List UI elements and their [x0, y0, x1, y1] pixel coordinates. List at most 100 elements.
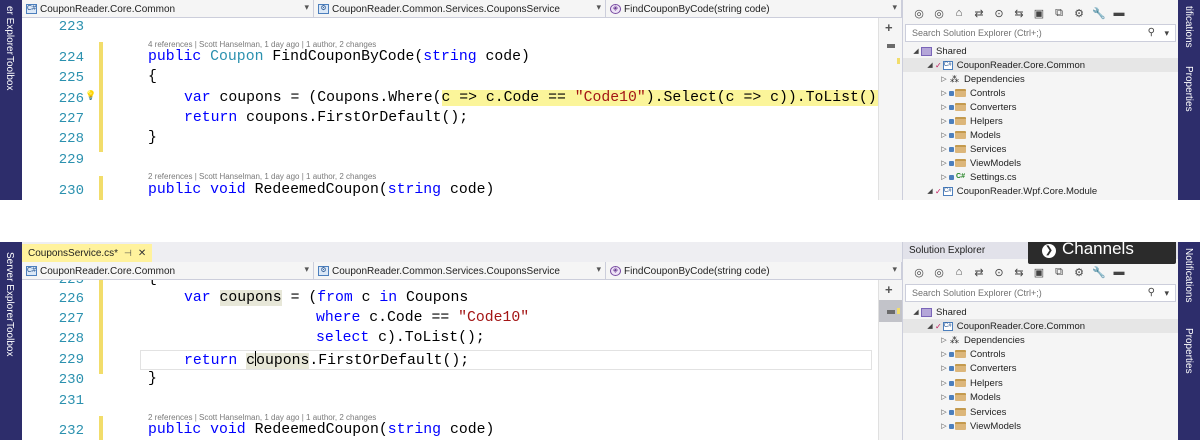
pin-icon[interactable]: ⊣ [124, 248, 132, 259]
tree-item-folder[interactable]: ▷ Models [903, 390, 1178, 404]
search-icon[interactable]: ⚲ [1148, 285, 1155, 301]
expand-arrow-icon[interactable]: ▷ [939, 379, 949, 387]
vertical-scrollbar[interactable]: + [878, 280, 902, 440]
collapse-arrow-icon[interactable]: ◢ [911, 308, 921, 316]
expand-arrow-icon[interactable]: ▷ [939, 75, 949, 83]
expand-arrow-icon[interactable]: ▷ [939, 145, 949, 153]
tree-item-folder[interactable]: ▷ Services [903, 405, 1178, 419]
home-icon[interactable]: ⌂ [951, 266, 967, 278]
codelens-info[interactable]: 2 references | Scott Hanselman, 1 day ag… [148, 413, 376, 422]
member-dropdown[interactable]: ◈ FindCouponByCode(string code) ▾ [606, 262, 902, 280]
tree-item-folder[interactable]: ▷ Helpers [903, 376, 1178, 390]
properties-tab[interactable]: Properties [1183, 328, 1194, 374]
solution-explorer-search[interactable]: Search Solution Explorer (Ctrl+;) ⚲ ▾ [905, 284, 1176, 302]
sync-icon[interactable]: ⇄ [971, 266, 987, 279]
split-icon[interactable]: + [885, 282, 893, 297]
split-icon[interactable]: + [885, 20, 893, 35]
collapse-arrow-icon[interactable]: ◢ [925, 187, 935, 195]
tree-item-folder[interactable]: ▷ Services [903, 142, 1178, 156]
document-tab[interactable]: CouponsService.cs* ⊣ ✕ [22, 244, 153, 262]
project-dropdown[interactable]: C# CouponReader.Core.Common ▾ [22, 262, 314, 280]
pending-changes-icon[interactable]: ⊙ [991, 266, 1007, 279]
forward-icon[interactable]: ◎ [931, 7, 947, 20]
back-icon[interactable]: ◎ [911, 266, 927, 279]
tree-item-folder[interactable]: ▷ Helpers [903, 114, 1178, 128]
tree-item-project[interactable]: ◢ ✓ C# CouponReader.Wpf.Core.Module [903, 184, 1178, 198]
tree-item-folder[interactable]: ▷ ViewModels [903, 419, 1178, 433]
tree-item-solution[interactable]: ◢ Shared [903, 305, 1178, 319]
project-dropdown-label: CouponReader.Core.Common [40, 265, 176, 277]
code-text-area[interactable]: 223 4 references | Scott Hanselman, 1 da… [22, 18, 902, 200]
tree-item-file[interactable]: ▷ C# Settings.cs [903, 170, 1178, 184]
codelens-info[interactable]: 4 references | Scott Hanselman, 1 day ag… [148, 40, 376, 49]
refresh-icon[interactable]: ⇆ [1011, 7, 1027, 20]
properties-icon[interactable]: ⚙ [1071, 266, 1087, 279]
project-dropdown[interactable]: C# CouponReader.Core.Common ▾ [22, 0, 314, 18]
forward-icon[interactable]: ◎ [931, 266, 947, 279]
expand-arrow-icon[interactable]: ▷ [939, 159, 949, 167]
chevron-down-icon[interactable]: ▾ [1164, 25, 1169, 41]
type-dropdown[interactable]: ⚙ CouponReader.Common.Services.CouponsSe… [314, 0, 606, 18]
collapse-icon[interactable]: ▣ [1031, 266, 1047, 279]
preview-icon[interactable]: ▬ [1111, 7, 1127, 19]
tree-item-solution[interactable]: ◢ Shared [903, 44, 1178, 58]
refresh-icon[interactable]: ⇆ [1011, 266, 1027, 279]
show-all-icon[interactable]: ⧉ [1051, 7, 1067, 20]
tree-item-project[interactable]: ◢ ✓ C# CouponReader.Core.Common [903, 319, 1178, 333]
vertical-scrollbar[interactable]: + [878, 18, 902, 200]
toolbox-tab[interactable]: Toolbox [4, 322, 15, 356]
member-dropdown[interactable]: ◈ FindCouponByCode(string code) ▾ [606, 0, 902, 18]
tree-item-folder[interactable]: ▷ Models [903, 128, 1178, 142]
preview-icon[interactable]: ▬ [1111, 266, 1127, 278]
expand-arrow-icon[interactable]: ▷ [939, 408, 949, 416]
expand-arrow-icon[interactable]: ▷ [939, 103, 949, 111]
back-icon[interactable]: ◎ [911, 7, 927, 20]
expand-arrow-icon[interactable]: ▷ [939, 364, 949, 372]
type-dropdown[interactable]: ⚙ CouponReader.Common.Services.CouponsSe… [314, 262, 606, 280]
collapse-icon[interactable]: ▣ [1031, 7, 1047, 20]
collapse-arrow-icon[interactable]: ◢ [911, 47, 921, 55]
method-icon: ◈ [610, 4, 621, 14]
tree-item-project[interactable]: ◢ ✓ C# CouponReader.Core.Common [903, 58, 1178, 72]
home-icon[interactable]: ⌂ [951, 7, 967, 19]
show-all-icon[interactable]: ⧉ [1051, 266, 1067, 279]
solution-explorer-search[interactable]: Search Solution Explorer (Ctrl+;) ⚲ ▾ [905, 24, 1176, 42]
right-dock-strip: Notifications Properties [1178, 242, 1200, 440]
expand-arrow-icon[interactable]: ▷ [939, 393, 949, 401]
wrench-icon[interactable]: 🔧 [1091, 266, 1107, 279]
server-explorer-tab[interactable]: er Explorer [4, 6, 15, 55]
expand-arrow-icon[interactable]: ▷ [939, 131, 949, 139]
collapse-arrow-icon[interactable]: ◢ [925, 322, 935, 330]
expand-arrow-icon[interactable]: ▷ [939, 117, 949, 125]
lightbulb-icon[interactable]: 💡 [85, 90, 96, 101]
expand-arrow-icon[interactable]: ▷ [939, 422, 949, 430]
sync-icon[interactable]: ⇄ [971, 7, 987, 20]
expand-arrow-icon[interactable]: ▷ [939, 89, 949, 97]
tree-item-folder[interactable]: ▷ Controls [903, 347, 1178, 361]
chevron-down-icon: ▾ [892, 264, 897, 274]
close-icon[interactable]: ✕ [138, 248, 146, 259]
expand-arrow-icon[interactable]: ▷ [939, 336, 949, 344]
code-text-area[interactable]: 225 226 227 228 229 230 231 2 references… [22, 280, 902, 440]
collapse-arrow-icon[interactable]: ◢ [925, 61, 935, 69]
server-explorer-tab[interactable]: Server Explorer [4, 252, 15, 321]
properties-icon[interactable]: ⚙ [1071, 7, 1087, 20]
pending-changes-icon[interactable]: ⊙ [991, 7, 1007, 20]
channels-overlay[interactable]: ❯ Channels [1028, 242, 1176, 264]
codelens-info[interactable]: 2 references | Scott Hanselman, 1 day ag… [148, 172, 376, 181]
chevron-down-icon[interactable]: ▾ [1164, 285, 1169, 301]
tree-item-folder[interactable]: ▷ Converters [903, 100, 1178, 114]
tree-item-folder[interactable]: ▷ Controls [903, 86, 1178, 100]
notifications-tab[interactable]: tifications [1183, 6, 1194, 48]
search-icon[interactable]: ⚲ [1148, 25, 1155, 41]
toolbox-tab[interactable]: Toolbox [4, 56, 15, 90]
tree-item-folder[interactable]: ▷ ViewModels [903, 156, 1178, 170]
tree-item-folder[interactable]: ▷ Converters [903, 361, 1178, 375]
tree-item-dependencies[interactable]: ▷ ⁂ Dependencies [903, 333, 1178, 347]
tree-item-dependencies[interactable]: ▷ ⁂ Dependencies [903, 72, 1178, 86]
wrench-icon[interactable]: 🔧 [1091, 7, 1107, 20]
expand-arrow-icon[interactable]: ▷ [939, 350, 949, 358]
properties-tab[interactable]: Properties [1183, 66, 1194, 112]
notifications-tab[interactable]: Notifications [1183, 248, 1194, 302]
expand-arrow-icon[interactable]: ▷ [939, 173, 949, 181]
